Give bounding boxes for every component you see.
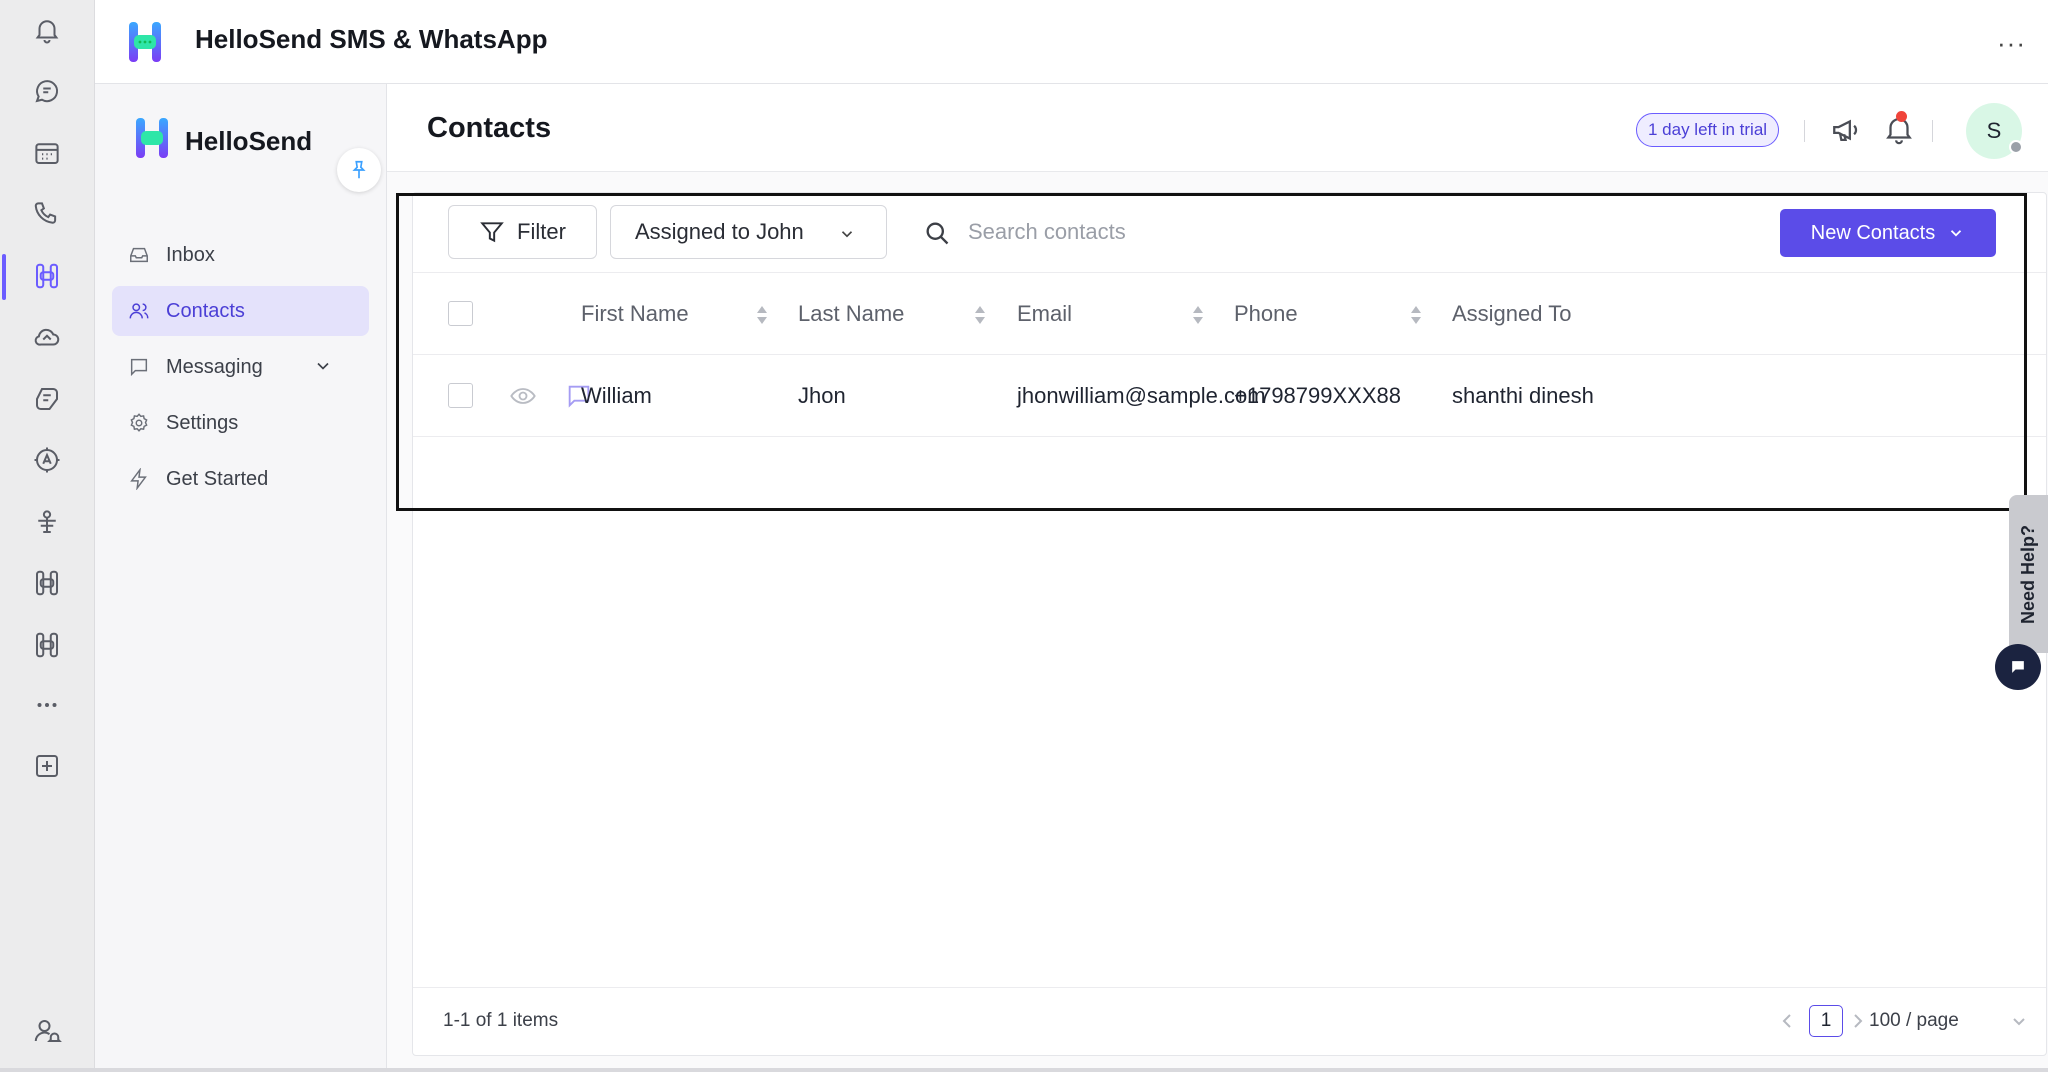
cell-last-name: Jhon xyxy=(798,383,846,408)
help-chat-button[interactable] xyxy=(1995,644,2041,690)
app-more-icon[interactable]: ··· xyxy=(1997,28,2026,59)
eye-icon[interactable] xyxy=(509,382,537,410)
main-content: Contacts 1 day left in trial S Filter As… xyxy=(387,84,2048,1072)
app-icon-3[interactable] xyxy=(30,628,64,662)
hellosend-logo xyxy=(129,22,161,62)
new-contacts-label: New Contacts xyxy=(1810,221,1936,244)
chevron-down-icon xyxy=(841,231,853,238)
assigned-filter-value: Assigned to John xyxy=(635,219,804,244)
cell-email: jhonwilliam@sample.com xyxy=(1017,383,1266,408)
sort-icon[interactable] xyxy=(1409,303,1423,327)
header-divider xyxy=(1932,120,1933,142)
more-icon[interactable] xyxy=(30,688,64,722)
bell-icon[interactable] xyxy=(30,13,64,47)
cell-phone: +1798799XXX88 xyxy=(1234,383,1401,408)
pagination-bar: 1-1 of 1 items 1 100 / page xyxy=(413,987,2046,1055)
cell-first-name: William xyxy=(581,383,652,408)
search-icon xyxy=(926,222,949,245)
sidebar-item-label: Messaging xyxy=(166,355,263,378)
cloud-icon[interactable] xyxy=(30,320,64,354)
column-header-assigned-to[interactable]: Assigned To xyxy=(1452,301,1571,327)
sidebar-item-settings[interactable]: Settings xyxy=(112,398,369,448)
pin-sidebar-button[interactable] xyxy=(337,148,381,192)
page-size-select[interactable]: 100 / page xyxy=(1869,1010,1959,1032)
contacts-toolbar: Filter Assigned to John New Contacts xyxy=(413,193,2046,273)
bolt-icon xyxy=(130,468,147,490)
megaphone-icon[interactable] xyxy=(1830,113,1864,147)
need-help-label: Need Help? xyxy=(2018,524,2038,624)
app-header: HelloSend SMS & WhatsApp ··· xyxy=(95,0,2048,84)
avatar-status-dot xyxy=(2009,140,2023,154)
chat-bubble-icon xyxy=(2012,661,2024,673)
add-app-icon[interactable] xyxy=(30,749,64,783)
inbox-icon xyxy=(130,247,148,263)
contacts-panel: Filter Assigned to John New Contacts Fir… xyxy=(412,192,2047,1056)
filter-button-label: Filter xyxy=(517,219,566,244)
page-title: Contacts xyxy=(427,112,552,144)
select-all-checkbox[interactable] xyxy=(448,301,473,326)
need-help-tab[interactable]: Need Help? xyxy=(2009,495,2048,653)
header-divider xyxy=(1804,120,1805,142)
app-title: HelloSend SMS & WhatsApp xyxy=(195,24,548,54)
current-page-button[interactable]: 1 xyxy=(1809,1005,1843,1037)
hellosend-app-icon[interactable] xyxy=(30,259,64,293)
pin-icon xyxy=(352,160,366,179)
chevron-down-icon xyxy=(1951,230,1962,237)
sidebar-item-label: Inbox xyxy=(166,243,215,266)
items-count: 1-1 of 1 items xyxy=(443,1010,559,1031)
sort-icon[interactable] xyxy=(1191,303,1205,327)
search-input[interactable] xyxy=(968,207,1668,257)
new-contacts-button[interactable]: New Contacts xyxy=(1780,209,1996,257)
gear-icon xyxy=(130,413,148,432)
sidebar-item-label: Settings xyxy=(166,411,239,434)
page-header: Contacts 1 day left in trial S xyxy=(387,84,2048,172)
chevron-right-icon[interactable] xyxy=(1850,1012,1866,1030)
message-square-icon xyxy=(130,358,148,377)
chevron-down-icon xyxy=(2013,1018,2025,1026)
sidebar-item-contacts[interactable]: Contacts xyxy=(112,286,369,336)
app-icon-2[interactable] xyxy=(30,566,64,600)
message-circle-icon[interactable] xyxy=(30,74,64,108)
app-rail xyxy=(0,0,95,1072)
user-notification-icon[interactable] xyxy=(30,1014,64,1048)
chevron-left-icon[interactable] xyxy=(1779,1012,1795,1030)
users-icon xyxy=(129,303,149,319)
chevron-down-icon[interactable] xyxy=(313,356,333,376)
sidebar-item-inbox[interactable]: Inbox xyxy=(112,230,369,280)
window-bottom-border xyxy=(0,1068,2048,1072)
row-checkbox[interactable] xyxy=(448,383,473,408)
phone-icon[interactable] xyxy=(30,197,64,231)
assigned-filter-select[interactable]: Assigned to John xyxy=(610,205,887,259)
brand-logo xyxy=(136,118,168,158)
copilot-icon[interactable] xyxy=(30,382,64,416)
sidebar-item-label: Get Started xyxy=(166,467,269,490)
sort-icon[interactable] xyxy=(973,303,987,327)
sidebar-item-get-started[interactable]: Get Started xyxy=(112,454,369,504)
calendar-icon[interactable] xyxy=(30,136,64,170)
table-header: First Name Last Name Email Phone Assigne… xyxy=(413,273,2046,355)
trial-badge[interactable]: 1 day left in trial xyxy=(1636,113,1780,147)
column-header-email[interactable]: Email xyxy=(1017,301,1072,327)
notification-dot xyxy=(1896,111,1907,122)
agent-icon[interactable] xyxy=(30,505,64,539)
table-row[interactable]: William Jhon jhonwilliam@sample.com +179… xyxy=(413,355,2046,437)
brand-name: HelloSend xyxy=(185,126,313,156)
sidebar-item-label: Contacts xyxy=(166,299,245,322)
translate-app-icon[interactable] xyxy=(30,443,64,477)
column-header-last-name[interactable]: Last Name xyxy=(798,301,904,327)
cell-assigned-to: shanthi dinesh xyxy=(1452,383,1594,408)
filter-icon xyxy=(480,222,504,243)
filter-button[interactable]: Filter xyxy=(448,205,597,259)
sidebar: HelloSend Inbox Contacts Messaging Setti… xyxy=(95,84,387,1072)
column-header-phone[interactable]: Phone xyxy=(1234,301,1298,327)
sidebar-item-messaging[interactable]: Messaging xyxy=(112,342,369,392)
column-header-first-name[interactable]: First Name xyxy=(581,301,689,327)
sort-icon[interactable] xyxy=(755,303,769,327)
rail-active-indicator xyxy=(2,254,6,300)
